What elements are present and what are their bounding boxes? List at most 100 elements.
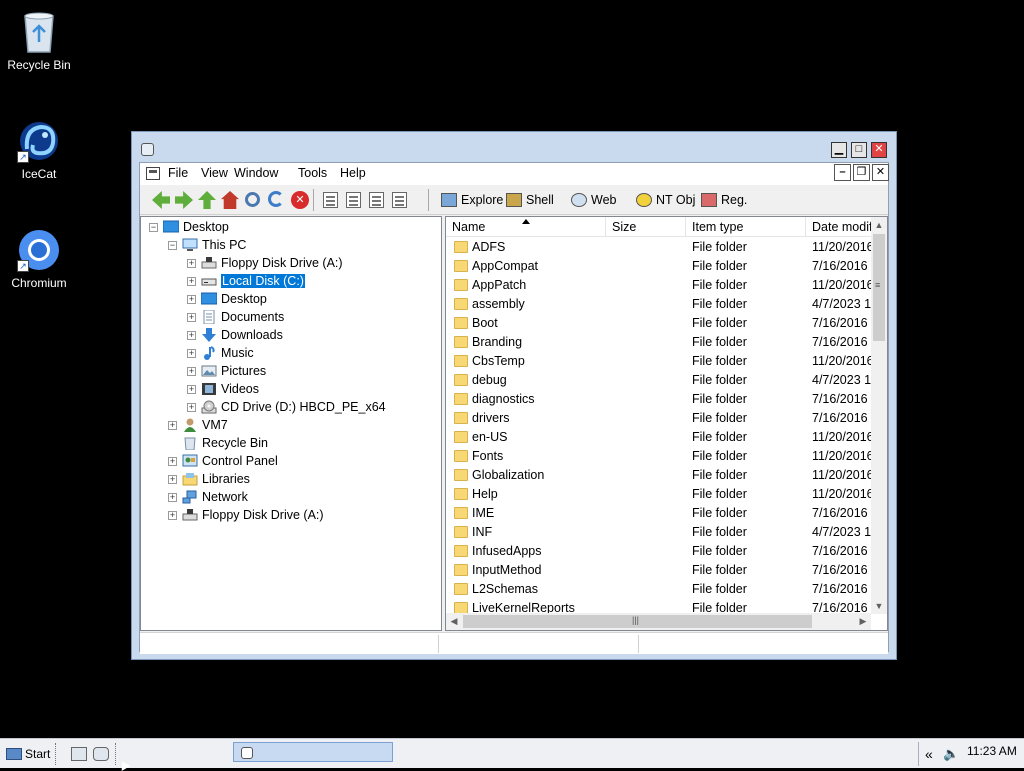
column-header-size[interactable]: Size: [606, 217, 686, 237]
tree-item-recycle-bin[interactable]: Recycle Bin: [168, 434, 268, 452]
menu-window[interactable]: Window: [234, 166, 278, 180]
folder-tree[interactable]: − Desktop − This PC + Floppy Disk Drive …: [140, 216, 442, 631]
title-bar[interactable]: ▁ □ ✕: [132, 132, 896, 162]
vertical-scrollbar[interactable]: ▲ ≡ ▼: [871, 217, 887, 614]
table-row[interactable]: INF File folder 4/7/2023 11: [446, 523, 871, 542]
table-row[interactable]: Branding File folder 7/16/2016 6: [446, 333, 871, 352]
up-arrow-icon[interactable]: [198, 191, 216, 209]
tree-item-floppy-a[interactable]: + Floppy Disk Drive (A:): [187, 254, 343, 272]
menu-view[interactable]: View: [201, 166, 228, 180]
table-row[interactable]: diagnostics File folder 7/16/2016 6: [446, 390, 871, 409]
mdi-close-button[interactable]: ✕: [872, 164, 889, 181]
minimize-button[interactable]: ▁: [831, 142, 847, 158]
desktop-icon-icecat[interactable]: ↗ IceCat: [1, 119, 77, 181]
table-row[interactable]: Boot File folder 7/16/2016 6: [446, 314, 871, 333]
registry-button[interactable]: Reg.: [701, 191, 747, 209]
expand-toggle[interactable]: +: [187, 312, 196, 322]
expand-toggle[interactable]: +: [168, 510, 177, 520]
expand-toggle[interactable]: +: [187, 348, 196, 358]
tree-item-control-panel[interactable]: + Control Panel: [168, 452, 278, 470]
search-icon[interactable]: [245, 192, 260, 207]
tray-expand-icon[interactable]: «: [925, 746, 933, 762]
table-row[interactable]: Fonts File folder 11/20/2016: [446, 447, 871, 466]
table-row[interactable]: InfusedApps File folder 7/16/2016 6: [446, 542, 871, 561]
table-row[interactable]: ADFS File folder 11/20/2016: [446, 238, 871, 257]
scroll-right-icon[interactable]: ▶: [855, 613, 871, 629]
forward-arrow-icon[interactable]: [175, 191, 193, 209]
expand-toggle[interactable]: +: [187, 276, 196, 286]
tree-item-downloads[interactable]: + Downloads: [187, 326, 283, 344]
desktop-icon-chromium[interactable]: ↗ Chromium: [1, 228, 77, 290]
view-details-icon[interactable]: [392, 192, 407, 208]
column-header-date-modified[interactable]: Date modifi: [806, 217, 876, 237]
menu-file[interactable]: File: [168, 166, 188, 180]
table-row[interactable]: CbsTemp File folder 11/20/2016: [446, 352, 871, 371]
view-list-icon[interactable]: [369, 192, 384, 208]
table-row[interactable]: drivers File folder 7/16/2016 6: [446, 409, 871, 428]
show-desktop-icon[interactable]: [71, 747, 87, 761]
expand-toggle[interactable]: +: [168, 420, 177, 430]
table-row[interactable]: LiveKernelReportsFile folder7/16/2016 6: [446, 599, 871, 614]
table-row[interactable]: en-US File folder 11/20/2016: [446, 428, 871, 447]
desktop-icon-recycle-bin[interactable]: Recycle Bin: [1, 10, 77, 72]
nt-obj-button[interactable]: NT Obj: [636, 191, 695, 209]
mdi-restore-button[interactable]: ❐: [853, 164, 870, 181]
table-row[interactable]: Help File folder 11/20/2016: [446, 485, 871, 504]
table-row[interactable]: AppPatch File folder 11/20/2016: [446, 276, 871, 295]
tree-item-documents[interactable]: + Documents: [187, 308, 284, 326]
column-header-item-type[interactable]: Item type: [686, 217, 806, 237]
expand-toggle[interactable]: +: [168, 474, 177, 484]
tree-item-network[interactable]: + Network: [168, 488, 248, 506]
collapse-toggle[interactable]: −: [149, 222, 158, 232]
horizontal-scrollbar[interactable]: ◀ ||| ▶: [446, 613, 871, 630]
expand-toggle[interactable]: +: [187, 294, 196, 304]
document-icon[interactable]: [146, 167, 160, 180]
collapse-toggle[interactable]: −: [168, 240, 177, 250]
tree-item-this-pc[interactable]: − This PC: [168, 236, 246, 254]
tree-item-cd-drive-d[interactable]: + CD Drive (D:) HBCD_PE_x64: [187, 398, 386, 416]
menu-tools[interactable]: Tools: [298, 166, 327, 180]
menu-help[interactable]: Help: [340, 166, 366, 180]
expand-toggle[interactable]: +: [187, 258, 196, 268]
shell-button[interactable]: Shell: [506, 191, 554, 209]
tree-item-pictures[interactable]: + Pictures: [187, 362, 266, 380]
tree-item-desktop-folder[interactable]: + Desktop: [187, 290, 267, 308]
tree-item-videos[interactable]: + Videos: [187, 380, 259, 398]
maximize-button[interactable]: □: [851, 142, 867, 158]
expand-toggle[interactable]: +: [187, 402, 196, 412]
view-large-icons-icon[interactable]: [323, 192, 338, 208]
expand-toggle[interactable]: +: [168, 456, 177, 466]
table-row[interactable]: InputMethod File folder 7/16/2016 6: [446, 561, 871, 580]
table-row[interactable]: assembly File folder 4/7/2023 11: [446, 295, 871, 314]
table-row[interactable]: debug File folder 4/7/2023 10: [446, 371, 871, 390]
taskbar-window-button[interactable]: [233, 742, 393, 762]
close-button[interactable]: ✕: [871, 142, 887, 158]
clock[interactable]: 11:23 AM: [967, 744, 1017, 758]
web-button[interactable]: Web: [571, 191, 616, 209]
scroll-left-icon[interactable]: ◀: [446, 613, 462, 629]
table-row[interactable]: IME File folder 7/16/2016 6: [446, 504, 871, 523]
expand-toggle[interactable]: +: [187, 384, 196, 394]
tree-item-libraries[interactable]: + Libraries: [168, 470, 250, 488]
tree-item-floppy-a-2[interactable]: + Floppy Disk Drive (A:): [168, 506, 324, 524]
home-icon[interactable]: [221, 191, 239, 209]
tree-item-vm7[interactable]: + VM7: [168, 416, 228, 434]
table-row[interactable]: Globalization File folder 11/20/2016: [446, 466, 871, 485]
file-list[interactable]: Name Size Item type Date modifi ADFS File…: [445, 216, 888, 631]
mdi-minimize-button[interactable]: –: [834, 164, 851, 181]
stop-icon[interactable]: ✕: [291, 191, 309, 209]
refresh-icon[interactable]: [268, 191, 284, 207]
table-row[interactable]: L2Schemas File folder 7/16/2016 6: [446, 580, 871, 599]
start-button[interactable]: Start: [6, 744, 50, 764]
expand-toggle[interactable]: +: [187, 330, 196, 340]
volume-icon[interactable]: 🔈: [943, 746, 959, 762]
tree-item-music[interactable]: + Music: [187, 344, 254, 362]
explorer-quicklaunch-icon[interactable]: [93, 747, 109, 761]
scroll-up-icon[interactable]: ▲: [871, 217, 887, 233]
table-row[interactable]: AppCompat File folder 7/16/2016 6: [446, 257, 871, 276]
tree-item-desktop[interactable]: − Desktop: [149, 218, 229, 236]
scroll-down-icon[interactable]: ▼: [871, 598, 887, 614]
back-arrow-icon[interactable]: [152, 191, 170, 209]
expand-toggle[interactable]: +: [168, 492, 177, 502]
view-small-icons-icon[interactable]: [346, 192, 361, 208]
